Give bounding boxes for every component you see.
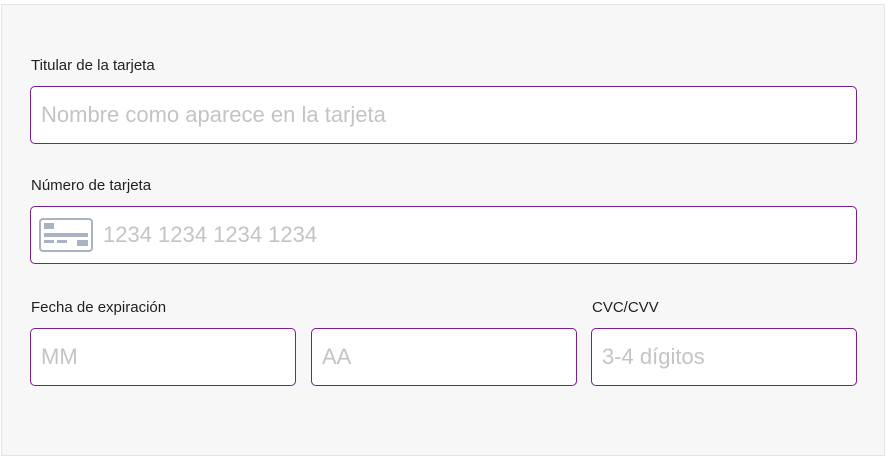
expiry-year-input[interactable] [322,344,576,370]
expiry-year-field[interactable] [311,328,577,386]
expiry-month-input[interactable] [41,344,295,370]
cardholder-input[interactable] [41,102,856,128]
card-number-input[interactable] [103,222,856,248]
expiry-month-field[interactable] [30,328,296,386]
expiry-label: Fecha de expiración [31,299,167,316]
card-number-label: Número de tarjeta [31,177,152,194]
cardholder-field[interactable] [30,86,857,144]
cvc-label: CVC/CVV [592,299,659,316]
cardholder-label: Titular de la tarjeta [31,57,155,74]
cvc-field[interactable] [591,328,857,386]
card-number-field[interactable] [30,206,857,264]
cvc-input[interactable] [602,344,856,370]
credit-card-icon [39,218,93,252]
